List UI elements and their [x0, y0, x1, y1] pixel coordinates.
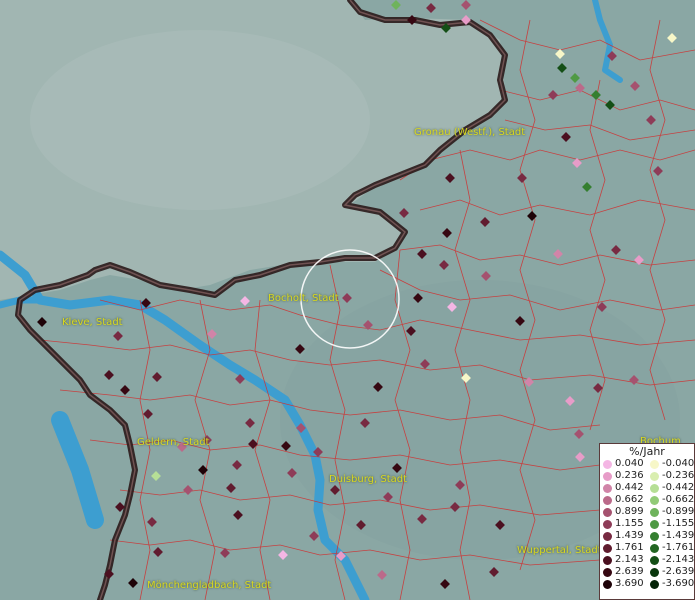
legend-row: 0.040 -0.040 [600, 458, 694, 470]
legend-entry-negative: -0.236 [647, 470, 694, 482]
place-label-wuppertal: Wuppertal, Stadt [517, 545, 602, 556]
legend-swatch [603, 531, 612, 541]
legend-swatch [650, 519, 659, 529]
legend-value: 2.639 [615, 566, 644, 577]
legend-entry-negative: -1.155 [647, 518, 694, 530]
legend-swatch [650, 567, 659, 577]
place-label-bocholt: Bocholt, Stadt [268, 293, 339, 304]
legend-row: 0.236 -0.236 [600, 470, 694, 482]
place-label-gronau: Gronau (Westf.), Stadt [414, 127, 526, 138]
legend-entry-negative: -0.662 [647, 494, 694, 506]
legend-value: -1.439 [662, 530, 695, 541]
place-label-geldern: Geldern, Stadt [137, 437, 210, 448]
legend-swatch [650, 471, 659, 481]
legend-swatch [603, 519, 612, 529]
legend-row: 1.439 -1.439 [600, 530, 694, 542]
legend-swatch [650, 579, 659, 589]
legend-swatch [650, 543, 659, 553]
legend-row: 0.899 -0.899 [600, 506, 694, 518]
legend-value: 0.662 [615, 494, 644, 505]
legend-value: 2.143 [615, 554, 644, 565]
legend-value: -1.155 [662, 518, 695, 529]
legend-entry-negative: -3.690 [647, 578, 694, 590]
legend-value: 1.761 [615, 542, 644, 553]
legend-value: 3.690 [615, 578, 644, 589]
legend-row: 3.690 -3.690 [600, 578, 694, 590]
legend-swatch [603, 507, 612, 517]
map-canvas[interactable] [0, 0, 695, 600]
legend-swatch [650, 507, 659, 517]
legend-entry-positive: 1.761 [600, 542, 647, 554]
legend-value: -3.690 [662, 578, 695, 589]
legend-entry-positive: 0.899 [600, 506, 647, 518]
legend-entry-positive: 0.442 [600, 482, 647, 494]
legend-row: 1.761 -1.761 [600, 542, 694, 554]
legend-swatch [650, 483, 659, 493]
legend-swatch [603, 495, 612, 505]
legend-row: 1.155 -1.155 [600, 518, 694, 530]
legend-entry-positive: 3.690 [600, 578, 647, 590]
legend-swatch [603, 579, 612, 589]
legend-swatch [650, 459, 659, 469]
legend-value: 1.155 [615, 518, 644, 529]
legend-value: -0.442 [662, 482, 695, 493]
legend-value: 0.899 [615, 506, 644, 517]
legend-entry-positive: 0.662 [600, 494, 647, 506]
legend-row: 2.143 -2.143 [600, 554, 694, 566]
legend-entry-negative: -2.143 [647, 554, 694, 566]
legend-value: 0.236 [615, 470, 644, 481]
legend: %/Jahr 0.040 -0.040 0.236 -0.236 0.442 -0.442… [599, 443, 695, 600]
legend-value: 0.040 [615, 458, 644, 469]
legend-swatch [603, 543, 612, 553]
legend-entry-positive: 1.155 [600, 518, 647, 530]
legend-swatch [603, 483, 612, 493]
legend-value: -0.899 [662, 506, 695, 517]
legend-entry-positive: 1.439 [600, 530, 647, 542]
legend-value: -0.236 [662, 470, 695, 481]
terrain-shade [30, 30, 370, 210]
legend-entry-positive: 0.040 [600, 458, 647, 470]
legend-value: -0.662 [662, 494, 695, 505]
place-label-kleve: Kleve, Stadt [62, 317, 123, 328]
legend-value: -1.761 [662, 542, 695, 553]
legend-swatch [650, 495, 659, 505]
legend-value: 0.442 [615, 482, 644, 493]
legend-title: %/Jahr [629, 445, 665, 458]
legend-value: 1.439 [615, 530, 644, 541]
legend-rows: 0.040 -0.040 0.236 -0.236 0.442 -0.442 0.662 -0… [600, 458, 694, 590]
legend-entry-positive: 2.639 [600, 566, 647, 578]
legend-entry-negative: -2.639 [647, 566, 694, 578]
legend-value: -2.143 [662, 554, 695, 565]
legend-swatch [603, 471, 612, 481]
legend-swatch [650, 531, 659, 541]
legend-swatch [650, 555, 659, 565]
place-label-moenchengladbach: Mönchengladbach, Stadt [147, 580, 272, 591]
legend-entry-negative: -0.899 [647, 506, 694, 518]
legend-entry-negative: -1.439 [647, 530, 694, 542]
legend-swatch [603, 567, 612, 577]
legend-entry-positive: 2.143 [600, 554, 647, 566]
legend-swatch [603, 555, 612, 565]
legend-entry-negative: -1.761 [647, 542, 694, 554]
legend-entry-negative: -0.040 [647, 458, 694, 470]
legend-swatch [603, 459, 612, 469]
legend-value: -2.639 [662, 566, 695, 577]
place-label-duisburg: Duisburg, Stadt [329, 474, 408, 485]
legend-row: 2.639 -2.639 [600, 566, 694, 578]
legend-row: 0.662 -0.662 [600, 494, 694, 506]
legend-entry-positive: 0.236 [600, 470, 647, 482]
legend-entry-negative: -0.442 [647, 482, 694, 494]
legend-value: -0.040 [662, 458, 695, 469]
legend-row: 0.442 -0.442 [600, 482, 694, 494]
